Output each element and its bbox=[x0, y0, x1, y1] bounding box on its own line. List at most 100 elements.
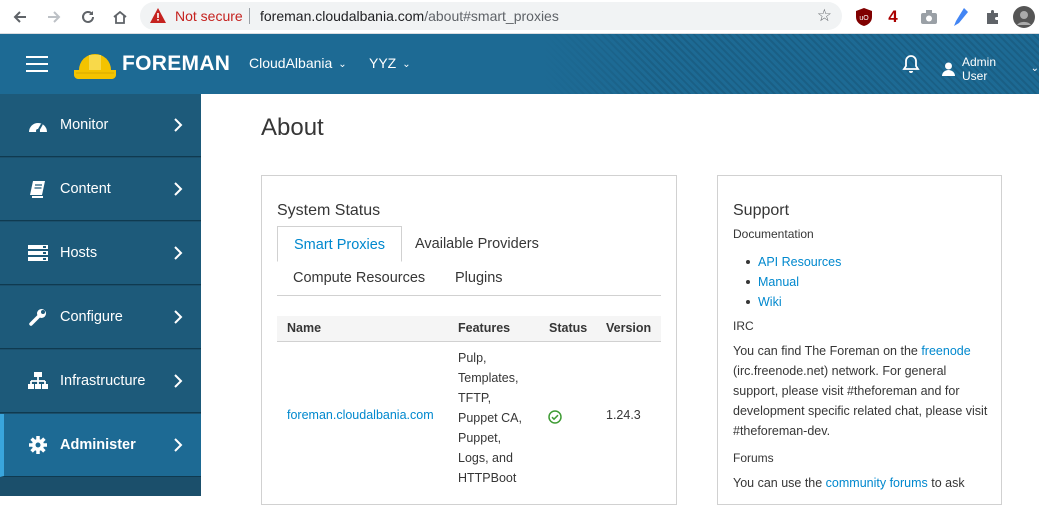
feature-line: HTTPBoot bbox=[458, 471, 517, 485]
feature-line: TFTP, bbox=[458, 391, 492, 405]
support-panel: Support Documentation API Resources Manu… bbox=[717, 175, 1002, 505]
feature-line: Templates, bbox=[458, 371, 519, 385]
tab-available-providers[interactable]: Available Providers bbox=[399, 226, 555, 262]
sidebar-item-label: Administer bbox=[60, 437, 136, 453]
column-header-name[interactable]: Name bbox=[287, 321, 321, 335]
proxy-features: Pulp, Templates, TFTP, Puppet CA, Puppet… bbox=[458, 348, 548, 488]
bell-icon[interactable] bbox=[902, 54, 920, 74]
system-status-panel: System Status Smart Proxies Available Pr… bbox=[261, 175, 677, 505]
header-pattern-fade bbox=[540, 34, 660, 94]
sidebar-item-administer[interactable]: Administer bbox=[0, 414, 201, 477]
wiki-link[interactable]: Wiki bbox=[745, 292, 841, 312]
url-host: foreman.cloudalbania.com bbox=[260, 8, 425, 24]
main-content: About System Status Smart Proxies Availa… bbox=[201, 94, 1039, 505]
puzzle-icon[interactable] bbox=[984, 6, 1002, 28]
dashboard-icon bbox=[27, 115, 49, 135]
back-arrow-icon[interactable] bbox=[8, 5, 32, 29]
page-title: About bbox=[261, 114, 324, 141]
sidebar-item-hosts[interactable]: Hosts bbox=[0, 222, 201, 285]
irc-text-part: You can find The Foreman on the bbox=[733, 344, 922, 358]
sidebar-item-label: Monitor bbox=[60, 117, 109, 133]
feature-line: Puppet, bbox=[458, 431, 502, 445]
cog-icon bbox=[27, 435, 49, 455]
column-header-features[interactable]: Features bbox=[458, 321, 510, 335]
freenode-link[interactable]: freenode bbox=[921, 344, 970, 358]
column-header-status[interactable]: Status bbox=[549, 321, 587, 335]
chevron-down-icon: ⌄ bbox=[338, 59, 347, 70]
user-name: Admin User bbox=[961, 55, 996, 83]
address-bar[interactable]: Not secure foreman.cloudalbania.com/abou… bbox=[140, 2, 842, 30]
sidebar-item-infrastructure[interactable]: Infrastructure bbox=[0, 350, 201, 413]
manual-link[interactable]: Manual bbox=[745, 272, 841, 292]
chevron-right-icon bbox=[174, 374, 183, 388]
sidebar-item-configure[interactable]: Configure bbox=[0, 286, 201, 349]
smart-proxies-table: Name Features Status Version foreman.clo… bbox=[277, 316, 661, 492]
profile-avatar[interactable] bbox=[1013, 6, 1035, 28]
url-path: /about#smart_proxies bbox=[424, 8, 559, 24]
feature-line: Puppet CA, bbox=[458, 411, 522, 425]
location-label: YYZ bbox=[369, 55, 397, 71]
ublock-icon[interactable]: uO bbox=[855, 6, 873, 28]
sidebar-item-label: Content bbox=[60, 181, 111, 197]
url-text: foreman.cloudalbania.com/about#smart_pro… bbox=[260, 8, 559, 24]
home-icon[interactable] bbox=[108, 5, 132, 29]
organization-label: CloudAlbania bbox=[249, 55, 333, 71]
reload-icon[interactable] bbox=[76, 5, 100, 29]
chevron-right-icon bbox=[174, 182, 183, 196]
foreman-hardhat-logo[interactable] bbox=[74, 46, 116, 80]
table-header: Name Features Status Version bbox=[277, 316, 661, 342]
chevron-right-icon bbox=[174, 118, 183, 132]
chevron-down-icon: ⌄ bbox=[402, 59, 411, 70]
documentation-label: Documentation bbox=[733, 227, 814, 241]
not-secure-label: Not secure bbox=[175, 8, 243, 24]
tab-smart-proxies[interactable]: Smart Proxies bbox=[277, 226, 403, 262]
organization-dropdown[interactable]: CloudAlbania ⌄ bbox=[249, 55, 347, 71]
wrench-icon bbox=[27, 307, 49, 327]
chevron-down-icon: ⌄ bbox=[1030, 62, 1039, 74]
tab-compute-resources[interactable]: Compute Resources bbox=[277, 260, 441, 296]
browser-toolbar: Not secure foreman.cloudalbania.com/abou… bbox=[0, 0, 1039, 34]
irc-text-part: (irc.freenode.net) network. For general … bbox=[733, 364, 988, 438]
user-icon bbox=[942, 62, 955, 76]
hamburger-menu-icon[interactable] bbox=[26, 56, 48, 72]
brand-name[interactable]: FOREMAN bbox=[122, 52, 230, 76]
sidebar-item-label: Infrastructure bbox=[60, 373, 146, 389]
support-heading: Support bbox=[733, 202, 790, 219]
chevron-right-icon bbox=[174, 310, 183, 324]
forums-text: You can use the community forums to ask bbox=[733, 473, 988, 493]
warning-icon bbox=[150, 8, 166, 23]
documentation-links: API Resources Manual Wiki bbox=[745, 252, 841, 312]
sidebar: Monitor Content Hosts Configure Infrastr… bbox=[0, 94, 201, 496]
proxy-version: 1.24.3 bbox=[606, 408, 641, 422]
extension-badge[interactable]: 4 bbox=[884, 6, 902, 28]
chevron-right-icon bbox=[174, 438, 183, 452]
status-ok-icon bbox=[548, 410, 562, 424]
proxy-name-link[interactable]: foreman.cloudalbania.com bbox=[287, 408, 434, 422]
irc-text: You can find The Foreman on the freenode… bbox=[733, 341, 988, 441]
app-header: FOREMAN CloudAlbania ⌄ YYZ ⌄ Admin User ⌄ bbox=[0, 34, 1039, 94]
location-dropdown[interactable]: YYZ ⌄ bbox=[369, 55, 411, 71]
chevron-right-icon bbox=[174, 246, 183, 260]
svg-text:uO: uO bbox=[859, 15, 869, 22]
system-status-heading: System Status bbox=[277, 202, 381, 219]
camera-icon[interactable] bbox=[920, 6, 938, 28]
column-header-version[interactable]: Version bbox=[606, 321, 651, 335]
sidebar-item-monitor[interactable]: Monitor bbox=[0, 94, 201, 157]
feature-line: Pulp, bbox=[458, 351, 487, 365]
sidebar-item-label: Configure bbox=[60, 309, 123, 325]
book-icon bbox=[27, 179, 49, 199]
tab-plugins[interactable]: Plugins bbox=[439, 260, 519, 296]
bookmark-star-icon[interactable]: ☆ bbox=[817, 6, 832, 26]
sitemap-icon bbox=[27, 371, 49, 391]
server-icon bbox=[27, 243, 49, 263]
separator bbox=[249, 8, 250, 24]
feature-line: Logs, and bbox=[458, 451, 513, 465]
sidebar-item-content[interactable]: Content bbox=[0, 158, 201, 221]
community-forums-link[interactable]: community forums bbox=[826, 476, 928, 490]
table-row: foreman.cloudalbania.com Pulp, Templates… bbox=[277, 342, 661, 492]
forward-arrow-icon[interactable] bbox=[42, 5, 66, 29]
api-resources-link[interactable]: API Resources bbox=[745, 252, 841, 272]
pen-extension-icon[interactable] bbox=[952, 6, 970, 28]
user-menu[interactable]: Admin User ⌄ bbox=[942, 55, 1039, 83]
forums-label: Forums bbox=[733, 451, 774, 465]
